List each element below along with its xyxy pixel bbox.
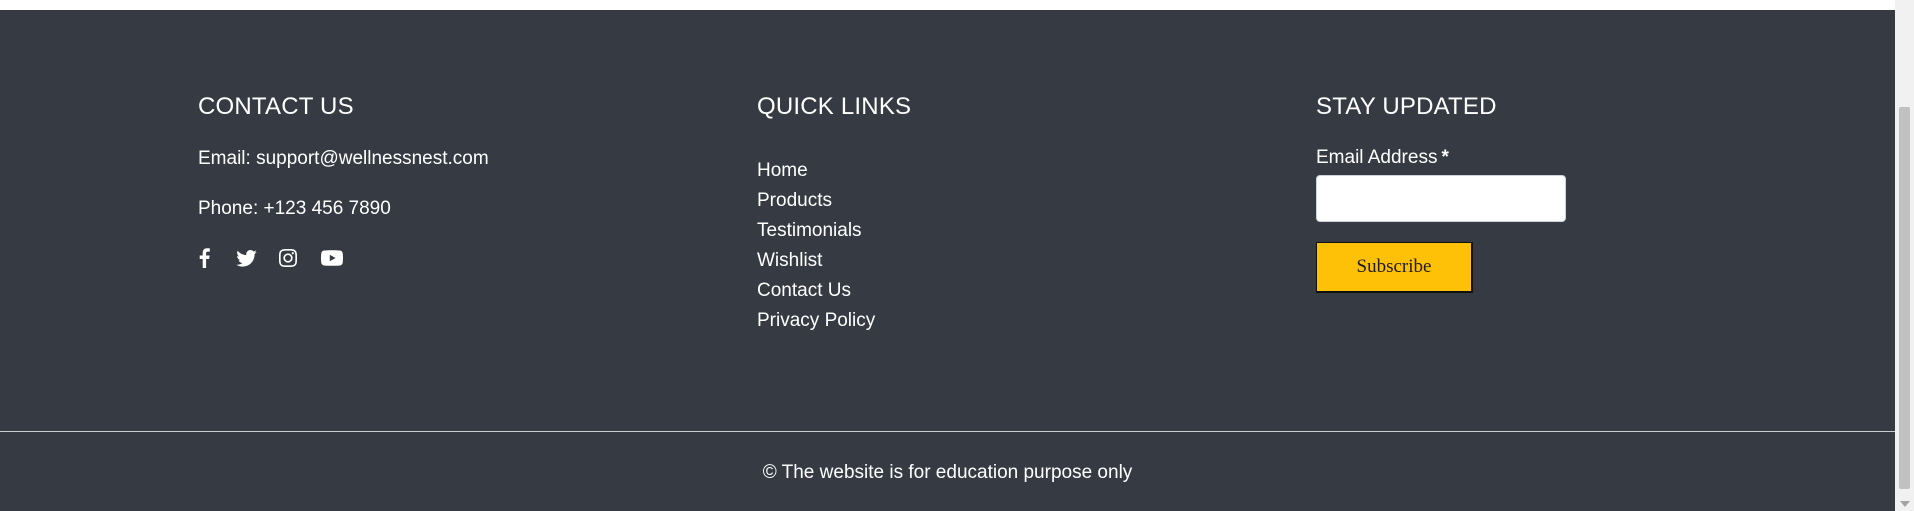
page: CONTACT US Email: support@wellnessnest.c… — [0, 0, 1914, 511]
link-home[interactable]: Home — [757, 160, 808, 181]
email-label-text: Email Address — [1316, 147, 1438, 168]
link-contact-us[interactable]: Contact Us — [757, 280, 851, 301]
youtube-icon[interactable] — [320, 246, 343, 270]
quick-links-title: QUICK LINKS — [757, 93, 912, 120]
footer-divider — [0, 431, 1895, 432]
list-item: Testimonials — [757, 216, 875, 246]
list-item: Privacy Policy — [757, 306, 875, 336]
instagram-icon[interactable] — [278, 246, 298, 270]
twitter-icon[interactable] — [235, 246, 257, 270]
quick-links-list: Home Products Testimonials Wishlist Cont… — [757, 156, 875, 336]
subscribe-button[interactable]: Subscribe — [1316, 242, 1473, 293]
list-item: Wishlist — [757, 246, 875, 276]
scrollbar-thumb[interactable] — [1899, 107, 1910, 489]
contact-email: Email: support@wellnessnest.com — [198, 148, 489, 169]
contact-phone: Phone: +123 456 7890 — [198, 198, 391, 219]
link-products[interactable]: Products — [757, 190, 832, 211]
page-scrollbar[interactable] — [1895, 0, 1914, 511]
link-wishlist[interactable]: Wishlist — [757, 250, 822, 271]
social-links — [198, 246, 343, 270]
newsletter-title: STAY UPDATED — [1316, 93, 1497, 120]
link-testimonials[interactable]: Testimonials — [757, 220, 862, 241]
email-field[interactable] — [1316, 175, 1566, 222]
facebook-icon[interactable] — [198, 246, 211, 270]
link-privacy-policy[interactable]: Privacy Policy — [757, 310, 875, 331]
list-item: Contact Us — [757, 276, 875, 306]
required-marker: * — [1441, 147, 1449, 168]
scroll-down-icon[interactable] — [1900, 501, 1910, 507]
contact-title: CONTACT US — [198, 93, 354, 120]
email-field-label: Email Address * — [1316, 147, 1449, 169]
list-item: Products — [757, 186, 875, 216]
list-item: Home — [757, 156, 875, 186]
copyright-text: © The website is for education purpose o… — [762, 462, 1133, 483]
site-footer: CONTACT US Email: support@wellnessnest.c… — [0, 10, 1895, 511]
